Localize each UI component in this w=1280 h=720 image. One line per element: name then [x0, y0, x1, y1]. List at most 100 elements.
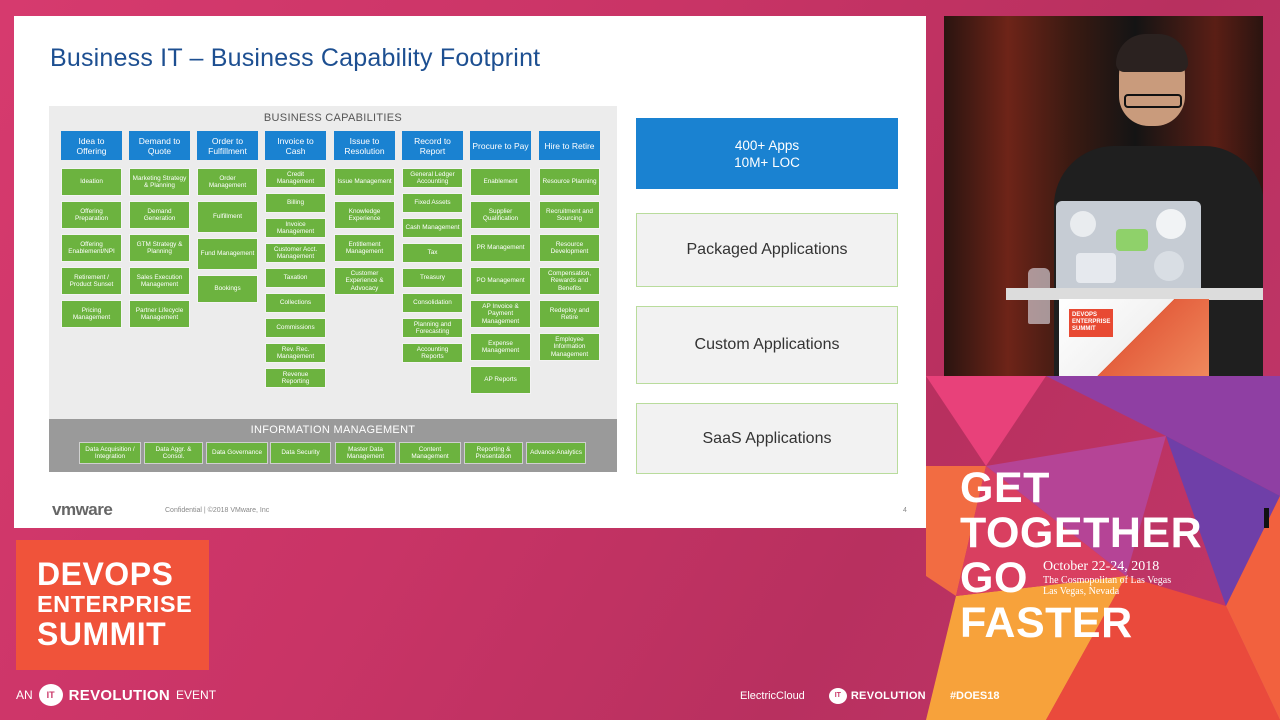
packaged-applications-box: Packaged Applications [636, 213, 898, 287]
capability-cell: Marketing Strategy & Planning [129, 168, 190, 196]
capability-cell: General Ledger Accounting [402, 168, 463, 188]
capability-cell: Bookings [197, 275, 258, 303]
speaker-hair [1116, 34, 1188, 72]
apps-count: 400+ Apps [734, 137, 800, 153]
capability-cell: Treasury [402, 268, 463, 288]
capability-cell: Tax [402, 243, 463, 263]
event-date: October 22-24, 2018 [1043, 559, 1160, 574]
capability-column-header: Hire to Retire [539, 131, 600, 160]
event-details: October 22-24, 2018 The Cosmopolitan of … [1043, 559, 1171, 597]
capability-cell: Planning and Forecasting [402, 318, 463, 338]
text-cursor-icon [1264, 508, 1269, 528]
capability-cell: Accounting Reports [402, 343, 463, 363]
capability-cell: Resource Planning [539, 168, 600, 196]
glasses-icon [1124, 94, 1182, 108]
electric-cloud-logo: ElectricCloud [740, 690, 805, 702]
sticker-icon [1156, 209, 1186, 239]
capability-cell: Ideation [61, 168, 122, 196]
capability-cell: Demand Generation [129, 201, 190, 229]
event-city: Las Vegas, Nevada [1043, 586, 1120, 597]
event-venue: The Cosmopolitan of Las Vegas [1043, 575, 1172, 586]
information-management-heading: INFORMATION MANAGEMENT [250, 424, 416, 436]
information-management-cell: Data Acquisition / Integration [79, 442, 141, 464]
capability-cell: Employee Information Management [539, 333, 600, 361]
sponsor-bar: ElectricCloud IT REVOLUTION #DOES18 [740, 688, 999, 704]
capability-column-header: Record to Report [402, 131, 463, 160]
capability-cell: PR Management [470, 234, 531, 262]
capability-column: Procure to Pay Enablement Supplier Qualifi… [470, 131, 531, 399]
capability-cell: Expense Management [470, 333, 531, 361]
slide-page-number: 4 [903, 507, 907, 514]
tagline-an: AN [16, 688, 33, 702]
capability-cell: GTM Strategy & Planning [129, 234, 190, 262]
capability-column-header: Procure to Pay [470, 131, 531, 160]
capability-cell: Invoice Management [265, 218, 326, 238]
saas-applications-box: SaaS Applications [636, 403, 898, 474]
podium: DEVOPS ENTERPRISE SUMMIT [1059, 299, 1209, 376]
capability-cell: Credit Management [265, 168, 326, 188]
capability-cell: Rev. Rec. Management [265, 343, 326, 363]
information-management-cell: Reporting & Presentation [464, 442, 523, 464]
presentation-slide: Business IT – Business Capability Footpr… [14, 16, 926, 528]
capability-cell: Taxation [265, 268, 326, 288]
capability-column: Record to Report General Ledger Accountin… [402, 131, 463, 368]
event-slogan: GET TOGETHER GO FASTER [960, 466, 1202, 646]
information-management-cell: Master Data Management [335, 442, 396, 464]
badge-line-summit: SUMMIT [37, 616, 167, 652]
vmware-logo: vmware [52, 500, 113, 519]
badge-line-enterprise: ENTERPRISE [37, 591, 193, 617]
capability-cell: Pricing Management [61, 300, 122, 328]
loc-count: 10M+ LOC [734, 154, 800, 170]
capability-cell: Sales Execution Management [129, 267, 190, 295]
information-management-cell: Data Aggr. & Consol. [144, 442, 203, 464]
devops-enterprise-summit-badge: DEVOPS ENTERPRISE SUMMIT [16, 540, 209, 670]
capability-cell: Supplier Qualification [470, 201, 531, 229]
capabilities-panel: BUSINESS CAPABILITIES Idea to Offering Id… [49, 106, 617, 472]
information-management-cell: Content Management [399, 442, 461, 464]
capability-cell: Issue Management [334, 168, 395, 196]
capability-cell: PO Management [470, 267, 531, 295]
capability-cell: Collections [265, 293, 326, 313]
slide-footer-text: Confidential | ©2018 VMware, Inc [165, 507, 270, 514]
capability-cell: Customer Experience & Advocacy [334, 267, 395, 295]
it-revolution-tagline: AN IT REVOLUTION EVENT [16, 684, 216, 706]
capability-cell: Offering Preparation [61, 201, 122, 229]
information-management-cell: Data Governance [206, 442, 268, 464]
speaker-video: DEVOPS ENTERPRISE SUMMIT [944, 16, 1263, 376]
capability-column-header: Demand to Quote [129, 131, 190, 160]
slogan-line: GET [960, 464, 1050, 512]
tagline-revolution: REVOLUTION [68, 686, 171, 704]
capability-column: Demand to Quote Marketing Strategy & Plan… [129, 131, 190, 333]
capability-column-header: Issue to Resolution [334, 131, 395, 160]
custom-applications-box: Custom Applications [636, 306, 898, 384]
capability-cell: Redeploy and Retire [539, 300, 600, 328]
slogan-line: TOGETHER [960, 509, 1203, 557]
capability-cell: Fulfillment [197, 201, 258, 233]
revolution-sponsor-text: REVOLUTION [850, 690, 926, 702]
capability-cell: Commissions [265, 318, 326, 338]
it-revolution-logo-icon: IT [38, 684, 63, 706]
apps-count-box: 400+ Apps 10M+ LOC [636, 118, 898, 189]
sticker-icon [1070, 211, 1096, 237]
capability-cell: Cash Management [402, 218, 463, 238]
laptop [1056, 201, 1201, 296]
information-management-cell: Data Security [270, 442, 331, 464]
capability-cell: Fixed Assets [402, 193, 463, 213]
capability-column: Issue to Resolution Issue Management Knowl… [334, 131, 395, 300]
capability-cell: Billing [265, 193, 326, 213]
capability-cell: Offering Enablement/NPI [61, 234, 122, 262]
sticker-icon [1076, 253, 1116, 283]
capability-cell: AP Reports [470, 366, 531, 394]
slogan-line: FASTER [960, 599, 1133, 647]
capability-cell: Recruitment and Sourcing [539, 201, 600, 229]
capabilities-heading: BUSINESS CAPABILITIES [263, 112, 403, 124]
capability-cell: Partner Lifecycle Management [129, 300, 190, 328]
badge-line-devops: DEVOPS [37, 556, 174, 592]
capability-column: Hire to Retire Resource Planning Recruitme… [539, 131, 600, 366]
information-management-band: INFORMATION MANAGEMENT Data Acquisition … [49, 419, 617, 472]
sticker-icon [1116, 229, 1148, 251]
capability-cell: AP Invoice & Payment Management [470, 300, 531, 328]
capability-column-header: Order to Fulfillment [197, 131, 258, 160]
capability-cell: Revenue Reporting [265, 368, 326, 388]
capability-column: Invoice to Cash Credit Management Billing I… [265, 131, 326, 393]
